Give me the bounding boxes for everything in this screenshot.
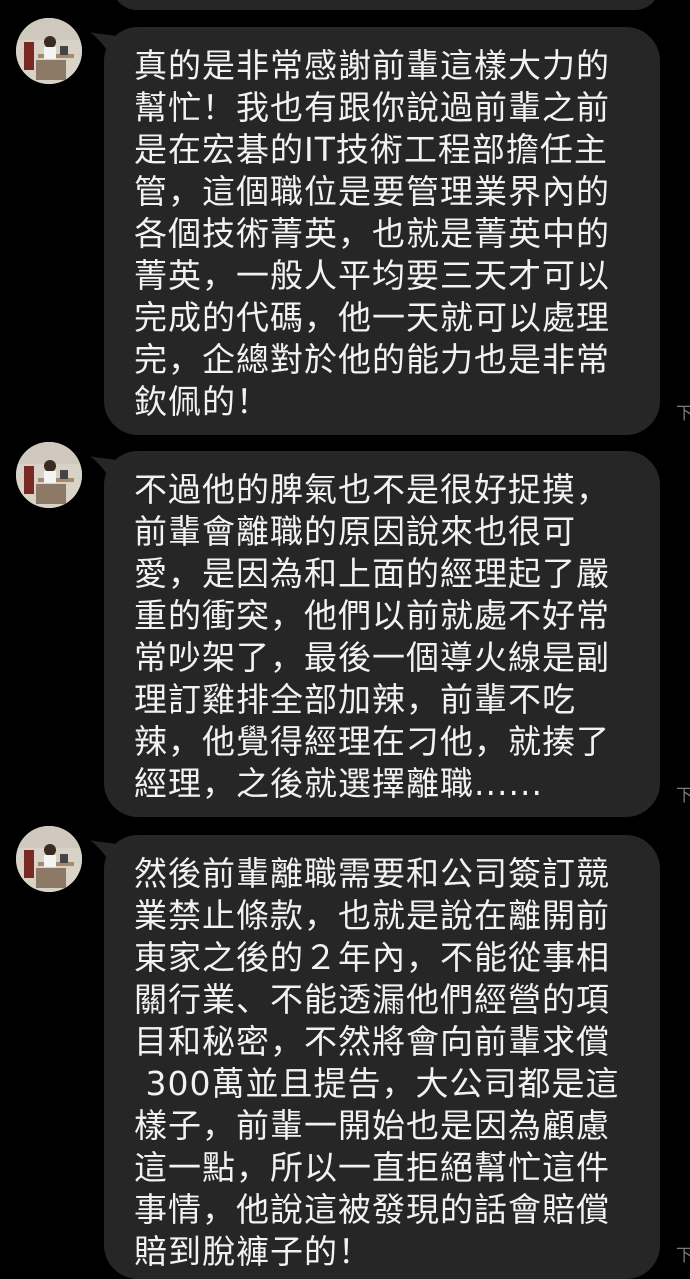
previous-message-bubble[interactable] [112, 0, 660, 10]
message-text: 不過他的脾氣也不是很好捉摸， 前輩會離職的原因說來也很可 愛，是因為和上面的經理… [134, 470, 610, 803]
message-text: 真的是非常感謝前輩這樣大力的 幫忙！我也有跟你說過前輩之前 是在宏碁的IT技術工… [134, 46, 610, 421]
message-text: 然後前輩離職需要和公司簽訂競 業禁止條款，也就是說在離開前 東家之後的２年內，不… [134, 854, 620, 1271]
chat-thread: 真的是非常感謝前輩這樣大力的 幫忙！我也有跟你說過前輩之前 是在宏碁的IT技術工… [0, 0, 690, 1279]
person-at-desk-photo [16, 826, 82, 892]
message-bubble[interactable]: 不過他的脾氣也不是很好捉摸， 前輩會離職的原因說來也很可 愛，是因為和上面的經理… [104, 451, 660, 817]
message-bubble[interactable]: 真的是非常感謝前輩這樣大力的 幫忙！我也有跟你說過前輩之前 是在宏碁的IT技術工… [104, 27, 660, 435]
contact-avatar[interactable] [16, 18, 82, 84]
contact-avatar[interactable] [16, 442, 82, 508]
contact-avatar[interactable] [16, 826, 82, 892]
person-at-desk-photo [16, 442, 82, 508]
person-at-desk-photo [16, 18, 82, 84]
message-time: 下 [676, 1246, 690, 1266]
message-time: 下 [676, 404, 690, 424]
message-bubble[interactable]: 然後前輩離職需要和公司簽訂競 業禁止條款，也就是說在離開前 東家之後的２年內，不… [104, 835, 660, 1279]
message-time: 下 [676, 786, 690, 806]
